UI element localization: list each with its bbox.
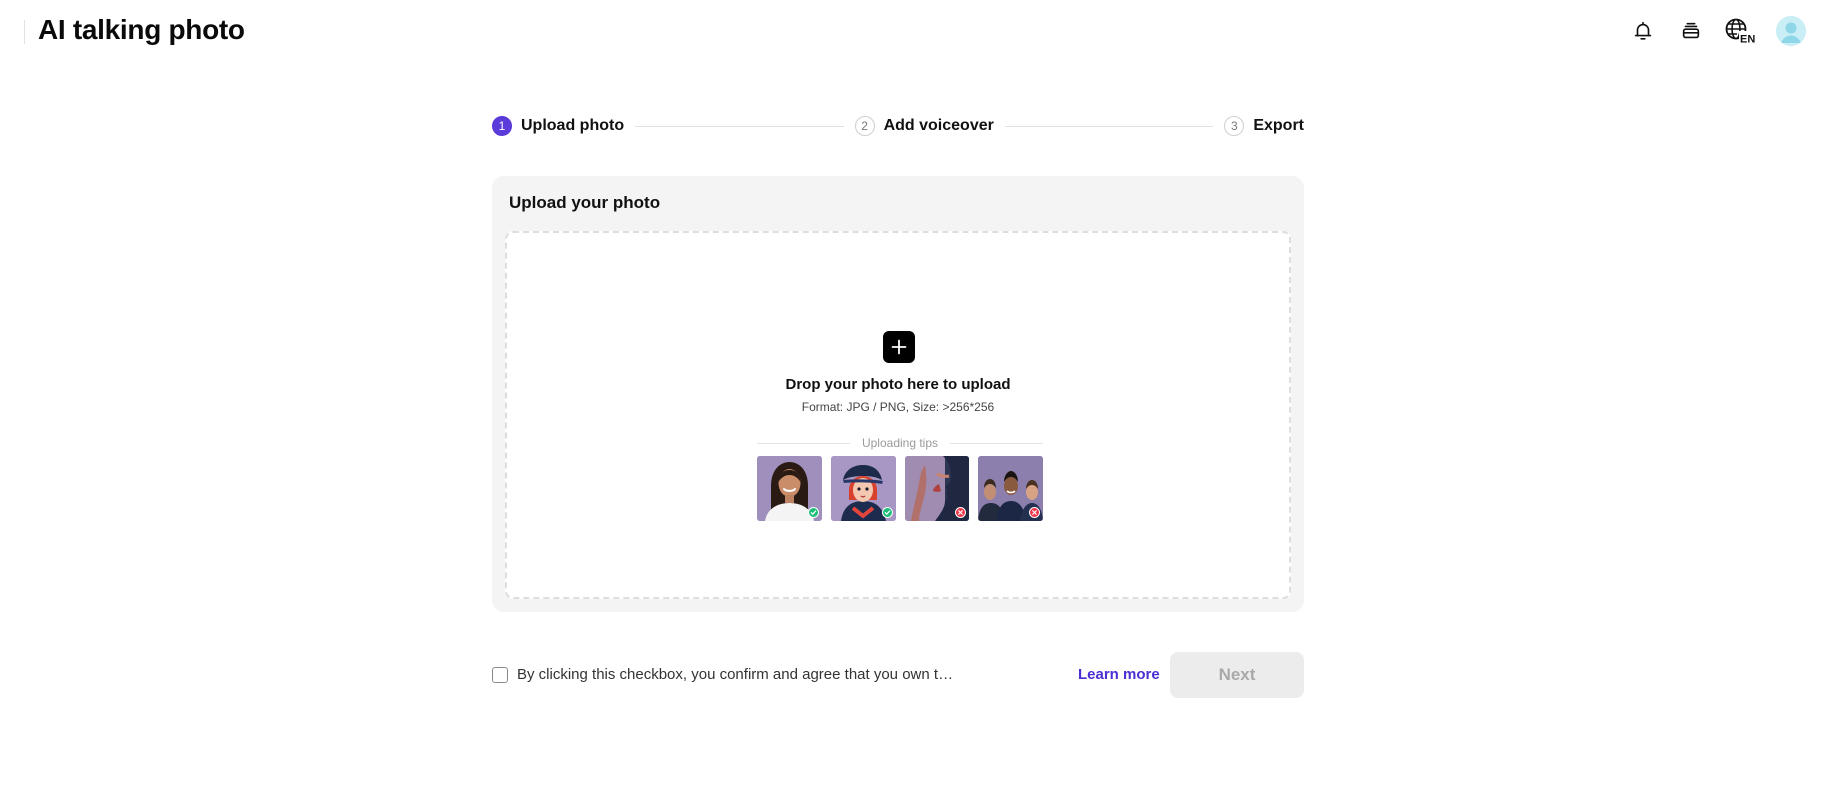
uploading-tips-divider: Uploading tips (757, 435, 1043, 451)
tip-example-good-portrait (757, 456, 822, 521)
step-number: 1 (492, 116, 512, 136)
check-icon (807, 507, 819, 518)
step-upload-photo: 1 Upload photo (492, 116, 624, 136)
divider-line (950, 442, 1043, 444)
add-photo-button[interactable] (883, 331, 915, 363)
language-code: EN (1740, 34, 1755, 46)
bell-icon[interactable] (1628, 16, 1658, 46)
next-button[interactable]: Next (1170, 652, 1304, 698)
progress-stepper: 1 Upload photo 2 Add voiceover 3 Export (492, 115, 1304, 137)
step-label: Upload photo (521, 117, 625, 134)
header-divider (24, 20, 25, 44)
photo-dropzone[interactable]: Drop your photo here to upload Format: J… (505, 231, 1291, 599)
consent-text: By clicking this checkbox, you confirm a… (517, 666, 958, 683)
tip-example-bad-group (978, 456, 1043, 521)
uploading-tips-label: Uploading tips (861, 436, 939, 450)
credits-stack-icon[interactable] (1676, 16, 1706, 46)
step-connector (1004, 125, 1214, 127)
header-actions: EN (1628, 14, 1806, 48)
tip-example-good-cartoon (830, 456, 896, 521)
tips-examples (757, 456, 1043, 522)
step-label: Add voiceover (883, 117, 994, 134)
top-header: AI talking photo EN (0, 0, 1836, 60)
plus-icon (891, 339, 907, 355)
check-icon (881, 507, 893, 518)
rights-consent-checkbox[interactable] (492, 667, 508, 683)
step-add-voiceover: 2 Add voiceover (854, 116, 994, 136)
tip-example-bad-profile (904, 456, 970, 521)
step-label: Export (1253, 117, 1304, 134)
close-icon (1029, 507, 1040, 518)
learn-more-link[interactable]: Learn more (1078, 666, 1160, 683)
divider-line (757, 442, 850, 444)
step-connector (635, 125, 844, 127)
upload-card: Upload your photo Drop your photo here t… (492, 176, 1304, 612)
dropzone-title: Drop your photo here to upload (785, 376, 1011, 393)
consent-footer: By clicking this checkbox, you confirm a… (492, 652, 1304, 698)
user-avatar[interactable] (1776, 16, 1806, 46)
globe-language-icon[interactable]: EN (1724, 16, 1758, 46)
upload-card-title: Upload your photo (509, 193, 661, 212)
step-number: 3 (1224, 116, 1245, 136)
dropzone-format-hint: Format: JPG / PNG, Size: >256*256 (801, 400, 995, 414)
step-number: 2 (854, 116, 875, 136)
page-title: AI talking photo (38, 14, 245, 45)
step-export: 3 Export (1224, 116, 1304, 136)
